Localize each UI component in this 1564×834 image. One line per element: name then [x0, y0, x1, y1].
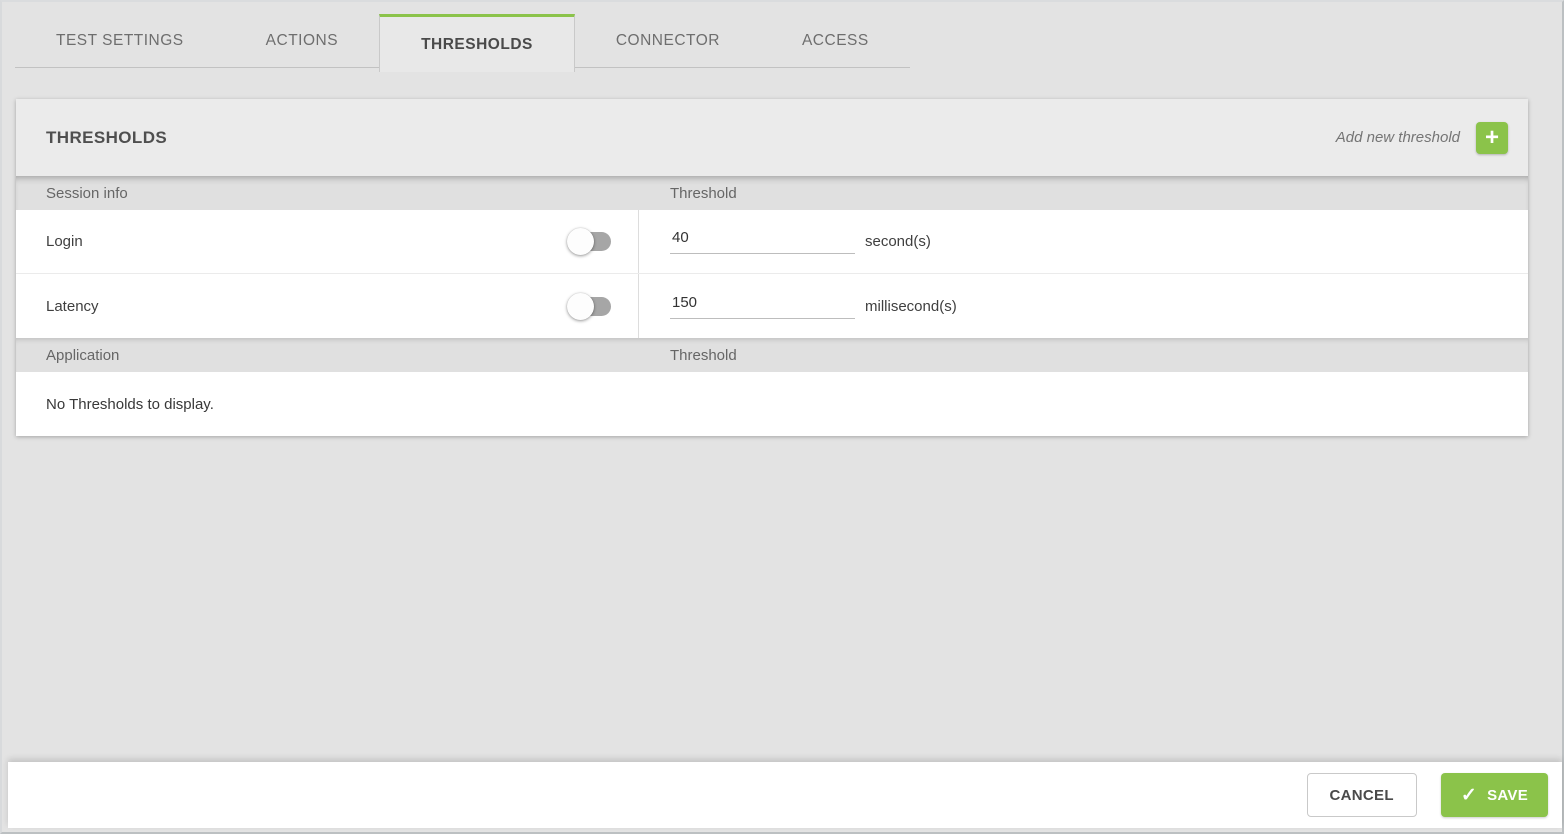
tab-bar: TEST SETTINGS ACTIONS THRESHOLDS CONNECT… — [15, 14, 910, 72]
save-button[interactable]: ✓ SAVE — [1440, 773, 1548, 817]
plus-icon: + — [1484, 123, 1499, 151]
threshold-column-header: Threshold — [670, 184, 737, 202]
login-threshold-unit: second(s) — [865, 233, 931, 250]
login-toggle[interactable] — [567, 228, 611, 255]
save-button-label: SAVE — [1487, 786, 1528, 804]
tab-test-settings[interactable]: TEST SETTINGS — [15, 14, 225, 68]
tab-connector[interactable]: CONNECTOR — [574, 14, 761, 68]
login-label: Login — [46, 233, 83, 250]
thresholds-panel-header: THRESHOLDS Add new threshold + — [16, 99, 1528, 176]
toggle-thumb — [567, 228, 594, 255]
tab-thresholds[interactable]: THRESHOLDS — [379, 14, 575, 72]
application-header-row: Application Threshold — [16, 338, 1528, 372]
session-info-column-header: Session info — [46, 184, 128, 202]
add-threshold-group: Add new threshold + — [1335, 121, 1508, 154]
thresholds-panel: THRESHOLDS Add new threshold + Session i… — [16, 99, 1528, 436]
application-threshold-column-header: Threshold — [670, 346, 737, 364]
app-window: TEST SETTINGS ACTIONS THRESHOLDS CONNECT… — [0, 0, 1564, 834]
login-cell: Login — [16, 210, 639, 273]
table-row-latency: Latency millisecond(s) — [16, 274, 1528, 338]
latency-threshold-unit: millisecond(s) — [865, 297, 957, 315]
latency-toggle[interactable] — [567, 292, 611, 320]
tab-access[interactable]: ACCESS — [760, 14, 910, 68]
toggle-thumb — [567, 292, 594, 320]
session-info-header-row: Session info Threshold — [16, 176, 1528, 210]
login-threshold-input[interactable] — [670, 229, 855, 254]
add-threshold-button[interactable]: + — [1476, 121, 1508, 154]
tab-actions[interactable]: ACTIONS — [224, 14, 380, 68]
login-threshold-cell: second(s) — [639, 210, 1528, 273]
no-thresholds-row: No Thresholds to display. — [16, 372, 1528, 436]
footer-bar: CANCEL ✓ SAVE — [8, 762, 1562, 828]
application-column-header: Application — [46, 346, 120, 364]
panel-title: THRESHOLDS — [46, 127, 168, 147]
latency-cell: Latency — [16, 274, 639, 338]
no-thresholds-message: No Thresholds to display. — [46, 395, 214, 413]
latency-label: Latency — [46, 297, 99, 315]
table-row-login: Login second(s) — [16, 210, 1528, 274]
add-new-threshold-label: Add new threshold — [1335, 129, 1460, 146]
check-icon: ✓ — [1460, 784, 1478, 806]
latency-threshold-cell: millisecond(s) — [639, 274, 1528, 338]
latency-threshold-input[interactable] — [670, 293, 855, 319]
cancel-button[interactable]: CANCEL — [1306, 773, 1417, 817]
